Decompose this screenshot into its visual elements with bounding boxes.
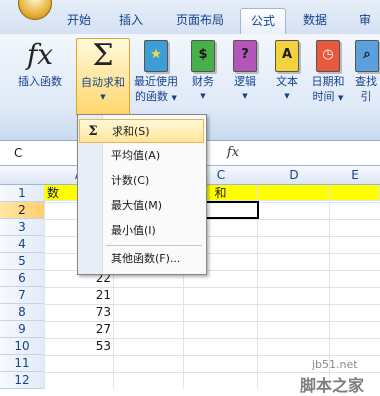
date-time-label-1: 日期和 (311, 75, 345, 88)
row-header-9[interactable]: 9 (0, 321, 45, 338)
watermark-site-name: 脚本之家 (300, 376, 365, 395)
row-header-4[interactable]: 4 (0, 236, 45, 253)
chevron-down-icon: ▼ (200, 92, 206, 100)
tab-page-layout[interactable]: 页面布局 (164, 8, 236, 32)
watermark-url: jb51.net (312, 358, 358, 371)
fx-icon: fx (26, 38, 54, 71)
tab-review[interactable]: 审 (350, 8, 380, 32)
menu-item-sum[interactable]: Σ 求和(S) (79, 119, 204, 143)
menu-item-sum-label: 求和(S) (112, 125, 150, 138)
text-label: 文本 (276, 75, 298, 88)
menu-item-max[interactable]: 最大值(M) (79, 194, 204, 218)
row-header-10[interactable]: 10 (0, 338, 45, 355)
text-button[interactable]: A 文本 ▼ (270, 38, 304, 104)
logical-label: 逻辑 (234, 75, 256, 88)
row-header-5[interactable]: 5 (0, 253, 45, 270)
book-logic-icon: ? (230, 38, 260, 72)
menu-item-count[interactable]: 计数(C) (79, 169, 204, 193)
lookup-label-1: 查找 (355, 75, 377, 88)
row-header-7[interactable]: 7 (0, 287, 45, 304)
column-header-d[interactable]: D (258, 166, 331, 185)
tab-formulas[interactable]: 公式 (240, 8, 286, 35)
row-header-2[interactable]: 2 (0, 202, 45, 219)
financial-label: 财务 (192, 75, 214, 88)
autosum-label: 自动求和 (81, 76, 125, 89)
book-finance-icon: $ (188, 38, 218, 72)
cell-d1[interactable] (258, 185, 330, 201)
menu-item-max-label: 最大值(M) (111, 199, 163, 212)
menu-item-average[interactable]: 平均值(A) (79, 144, 204, 168)
book-text-icon: A (272, 38, 302, 72)
sigma-icon: Σ (92, 38, 114, 73)
row-header-12[interactable]: 12 (0, 372, 45, 389)
book-lookup-icon: ⌕ (352, 38, 380, 72)
menu-item-more-functions[interactable]: 其他函数(F)... (79, 247, 204, 271)
chevron-down-icon: ▼ (100, 93, 106, 101)
row-header-8[interactable]: 8 (0, 304, 45, 321)
book-clock-icon: ◷ (313, 38, 343, 72)
col-divider (257, 202, 258, 389)
menu-item-min[interactable]: 最小值(I) (79, 219, 204, 243)
menu-separator (106, 245, 202, 246)
tab-data[interactable]: 数据 (294, 8, 336, 32)
chevron-down-icon: ▼ (242, 92, 248, 100)
autosum-dropdown-menu: Σ 求和(S) 平均值(A) 计数(C) 最大值(M) 最小值(I) 其他函数(… (77, 114, 207, 275)
select-all-corner[interactable] (0, 166, 45, 185)
fx-icon[interactable]: fx (222, 144, 244, 162)
menu-item-count-label: 计数(C) (111, 174, 150, 187)
logical-button[interactable]: ? 逻辑 ▼ (228, 38, 262, 104)
autosum-button[interactable]: Σ 自动求和 ▼ (76, 38, 130, 116)
lookup-label-2: 引 (360, 90, 372, 103)
row-header-3[interactable]: 3 (0, 219, 45, 236)
recent-label-1: 最近使用 (134, 75, 178, 88)
ribbon-tab-bar: 开始 插入 页面布局 公式 数据 审 (0, 0, 380, 35)
menu-item-more-label: 其他函数(F)... (111, 252, 181, 265)
row-header-1[interactable]: 1 (0, 185, 45, 202)
cell-b8[interactable]: 73 (44, 304, 114, 320)
tab-home[interactable]: 开始 (60, 8, 98, 32)
name-box[interactable]: C (14, 144, 74, 162)
insert-function-button[interactable]: fx 插入函数 (12, 38, 68, 89)
tab-insert[interactable]: 插入 (110, 8, 152, 32)
cell-e1[interactable] (330, 185, 380, 201)
book-star-icon: ★ (141, 38, 171, 72)
cell-b7[interactable]: 21 (44, 287, 114, 303)
cell-b10[interactable]: 53 (44, 338, 114, 354)
sigma-icon: Σ (88, 124, 98, 139)
menu-item-min-label: 最小值(I) (111, 224, 156, 237)
date-time-button[interactable]: ◷ 日期和 时间 ▼ (308, 38, 348, 106)
recent-functions-button[interactable]: ★ 最近使用 的函数 ▼ (130, 38, 182, 106)
office-button[interactable] (18, 0, 52, 20)
menu-item-average-label: 平均值(A) (111, 149, 161, 162)
chevron-down-icon: ▼ (284, 92, 290, 100)
row-header-11[interactable]: 11 (0, 355, 45, 372)
financial-button[interactable]: $ 财务 ▼ (186, 38, 220, 104)
lookup-button[interactable]: ⌕ 查找 引 (352, 38, 380, 104)
cell-b9[interactable]: 27 (44, 321, 114, 337)
column-header-e[interactable]: E (330, 166, 380, 185)
insert-function-label: 插入函数 (18, 75, 62, 88)
date-time-label-2: 时间 ▼ (312, 90, 344, 103)
row-header-6[interactable]: 6 (0, 270, 45, 287)
recent-label-2: 的函数 ▼ (135, 90, 177, 103)
